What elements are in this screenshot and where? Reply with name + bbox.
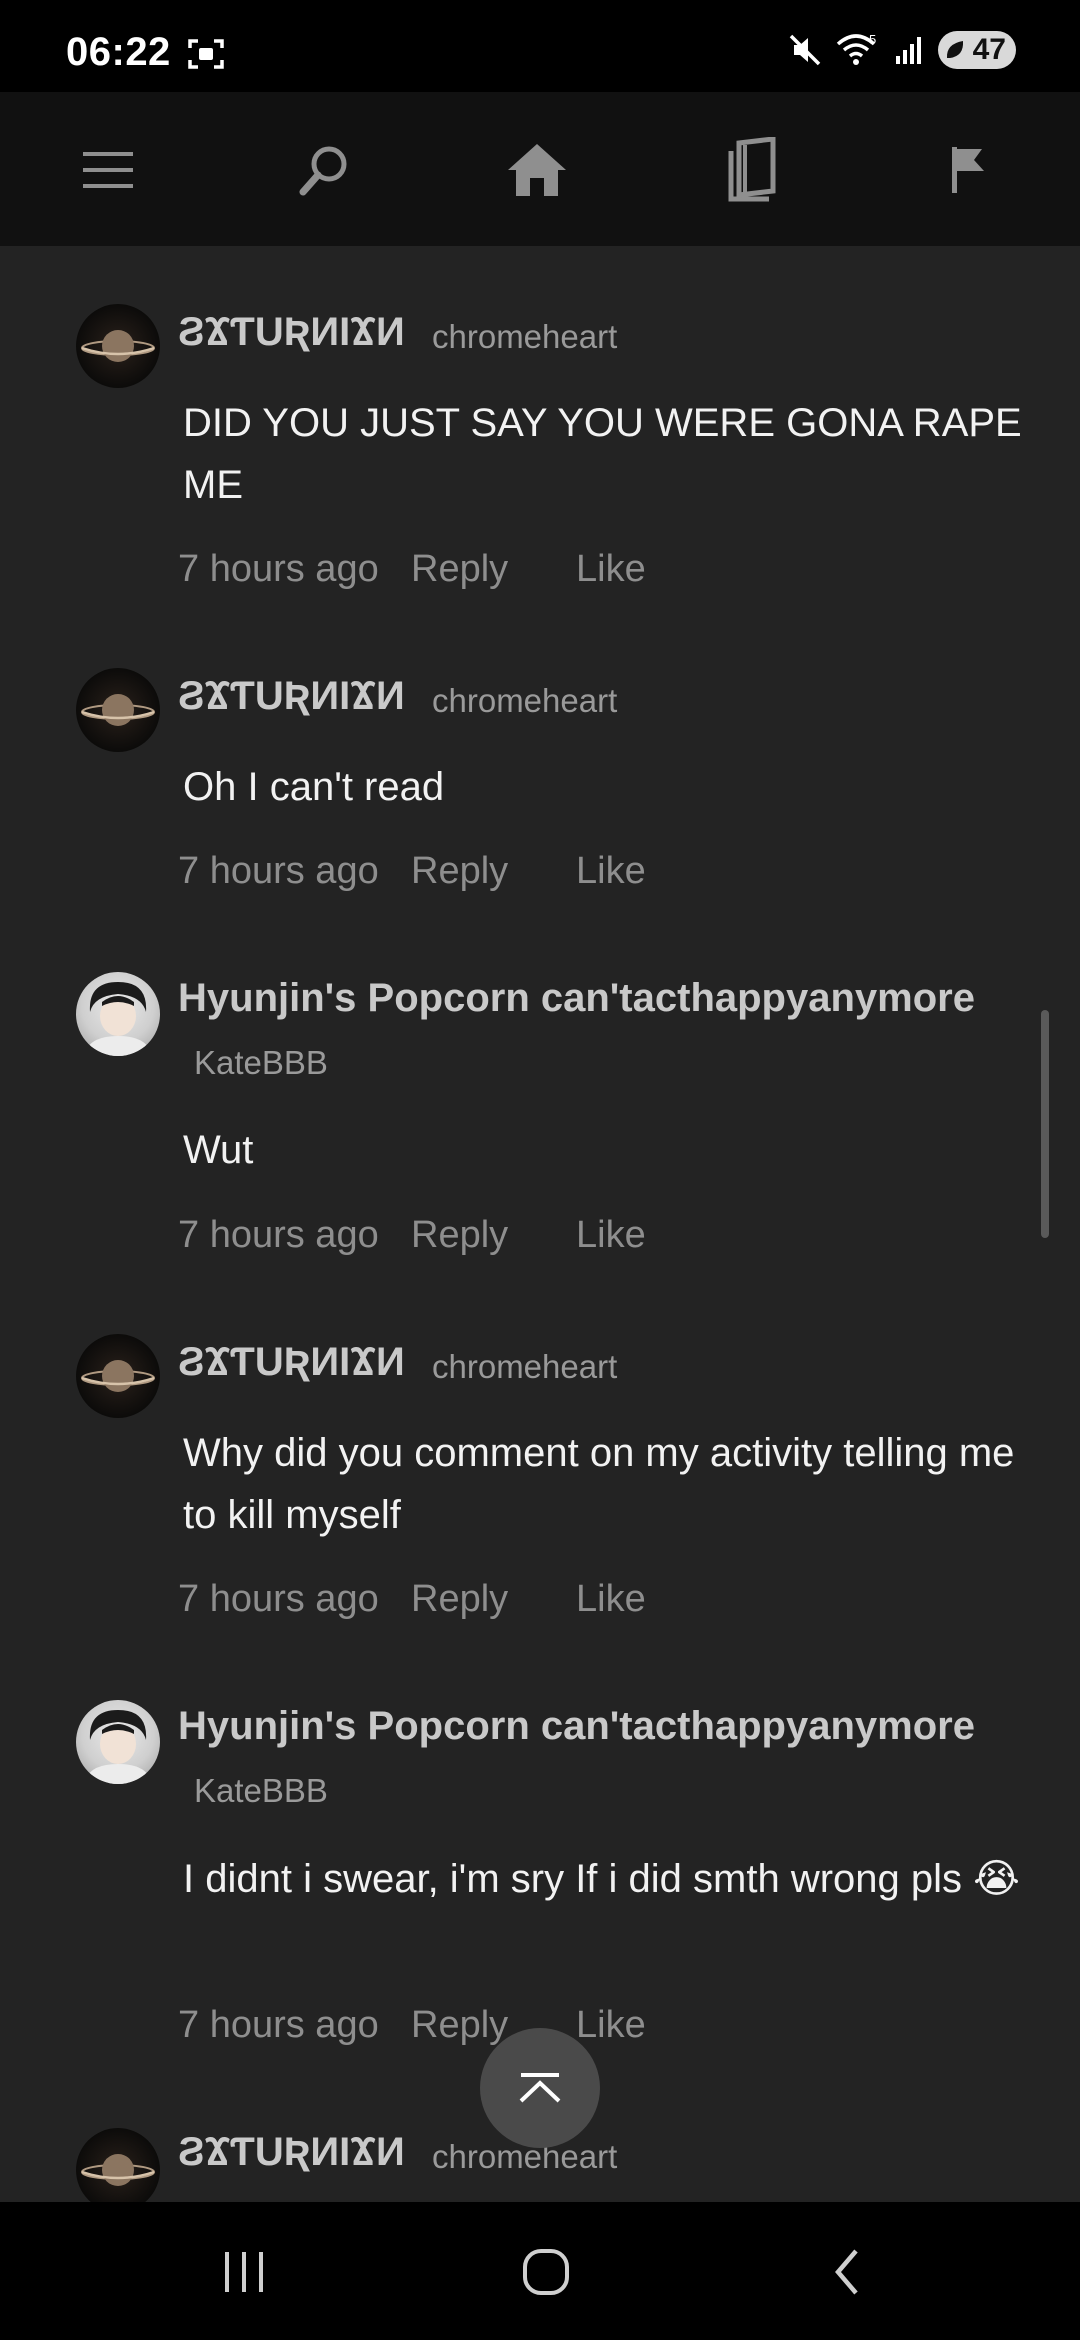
reply-button[interactable]: Reply bbox=[411, 2004, 508, 2047]
status-icons: 5 47 bbox=[788, 30, 1016, 70]
avatar[interactable] bbox=[76, 1334, 160, 1418]
comment-text: Why did you comment on my activity telli… bbox=[183, 1431, 1015, 1537]
reply-button[interactable]: Reply bbox=[411, 548, 508, 591]
comment-time: 7 hours ago bbox=[178, 1214, 379, 1256]
comment-meta: 7 hours ago Reply Like bbox=[178, 2004, 646, 2047]
comment-meta: 7 hours ago Reply Like bbox=[178, 850, 646, 893]
comment-text: I didnt i swear, i'm sry If i did smth w… bbox=[183, 1857, 1020, 1901]
comment-handle[interactable]: KateBBB bbox=[194, 1044, 328, 1082]
home-circle-icon bbox=[523, 2249, 569, 2295]
comment-text: DID YOU JUST SAY YOU WERE GONA RAPE ME bbox=[183, 401, 1022, 507]
battery-indicator: 47 bbox=[938, 31, 1016, 69]
comment-text: Wut bbox=[183, 1128, 254, 1172]
comment-time: 7 hours ago bbox=[178, 548, 379, 590]
reply-button[interactable]: Reply bbox=[411, 1214, 508, 1257]
library-icon bbox=[728, 137, 776, 202]
comment-handle[interactable]: chromeheart bbox=[432, 1348, 617, 1386]
like-button[interactable]: Like bbox=[576, 2004, 646, 2047]
like-button[interactable]: Like bbox=[576, 1578, 646, 1621]
comment-handle[interactable]: chromeheart bbox=[432, 682, 617, 720]
home-button[interactable] bbox=[497, 130, 577, 210]
comment-handle[interactable]: chromeheart bbox=[432, 318, 617, 356]
comment-username[interactable]: Hyunjin's Popcorn can'tacthappyanymore bbox=[178, 976, 975, 1021]
comment-feed[interactable]: ϨϪƬUƦИIϪИ chromeheart DID YOU JUST SAY Y… bbox=[0, 246, 1080, 2202]
status-bar: 06:22 5 47 bbox=[0, 0, 1080, 92]
avatar[interactable] bbox=[76, 668, 160, 752]
comment-username[interactable]: ϨϪƬUƦИIϪИ bbox=[178, 310, 405, 355]
reply-button[interactable]: Reply bbox=[411, 850, 508, 893]
status-time: 06:22 bbox=[66, 30, 171, 74]
chevron-up-icon bbox=[519, 2073, 561, 2103]
like-button[interactable]: Like bbox=[576, 850, 646, 893]
search-button[interactable] bbox=[285, 130, 365, 210]
network-badge: 5 bbox=[869, 32, 876, 47]
person-avatar-icon bbox=[84, 1710, 152, 1784]
comment-time: 7 hours ago bbox=[178, 850, 379, 892]
comment-meta: 7 hours ago Reply Like bbox=[178, 1214, 646, 1257]
mute-icon bbox=[789, 34, 821, 66]
comment-meta: 7 hours ago Reply Like bbox=[178, 548, 646, 591]
top-navigation bbox=[0, 92, 1080, 246]
home-system-button[interactable] bbox=[506, 2242, 586, 2302]
scroll-to-top-button[interactable] bbox=[480, 2028, 600, 2148]
comment-text: Oh I can't read bbox=[183, 765, 445, 809]
back-icon bbox=[835, 2249, 858, 2295]
comment-meta: 7 hours ago Reply Like bbox=[178, 1578, 646, 1621]
flag-icon bbox=[952, 147, 984, 193]
comment-time: 7 hours ago bbox=[178, 2004, 379, 2046]
wifi-icon: 5 bbox=[836, 32, 876, 65]
avatar[interactable] bbox=[76, 972, 160, 1056]
saturn-avatar-icon bbox=[81, 330, 155, 362]
home-icon bbox=[508, 144, 566, 196]
like-button[interactable]: Like bbox=[576, 1214, 646, 1257]
recent-apps-icon bbox=[225, 2252, 263, 2292]
comment-username[interactable]: ϨϪƬUƦИIϪИ bbox=[178, 1340, 405, 1385]
saturn-avatar-icon bbox=[81, 694, 155, 726]
system-navigation-bar bbox=[0, 2202, 1080, 2340]
search-icon bbox=[299, 146, 347, 196]
menu-icon bbox=[83, 152, 133, 188]
comment-username[interactable]: ϨϪƬUƦИIϪИ bbox=[178, 674, 405, 719]
signal-icon bbox=[896, 37, 921, 64]
report-button[interactable] bbox=[928, 130, 1008, 210]
library-button[interactable] bbox=[713, 130, 793, 210]
avatar[interactable] bbox=[76, 304, 160, 388]
comment-time: 7 hours ago bbox=[178, 1578, 379, 1620]
avatar[interactable] bbox=[76, 2128, 160, 2202]
recent-apps-button[interactable] bbox=[204, 2242, 284, 2302]
comment-username[interactable]: Hyunjin's Popcorn can'tacthappyanymore bbox=[178, 1704, 975, 1749]
saturn-avatar-icon bbox=[81, 2154, 155, 2186]
like-button[interactable]: Like bbox=[576, 548, 646, 591]
comment-username[interactable]: ϨϪƬUƦИIϪИ bbox=[178, 2130, 405, 2175]
power-saving-icon bbox=[946, 41, 964, 58]
saturn-avatar-icon bbox=[81, 1360, 155, 1392]
back-button[interactable] bbox=[808, 2242, 888, 2302]
comment-handle[interactable]: KateBBB bbox=[194, 1772, 328, 1810]
scrollbar-thumb[interactable] bbox=[1041, 1010, 1049, 1238]
avatar[interactable] bbox=[76, 1700, 160, 1784]
reply-button[interactable]: Reply bbox=[411, 1578, 508, 1621]
menu-button[interactable] bbox=[68, 130, 148, 210]
battery-level: 47 bbox=[972, 33, 1006, 66]
person-avatar-icon bbox=[84, 982, 152, 1056]
screenshot-icon bbox=[188, 39, 224, 69]
